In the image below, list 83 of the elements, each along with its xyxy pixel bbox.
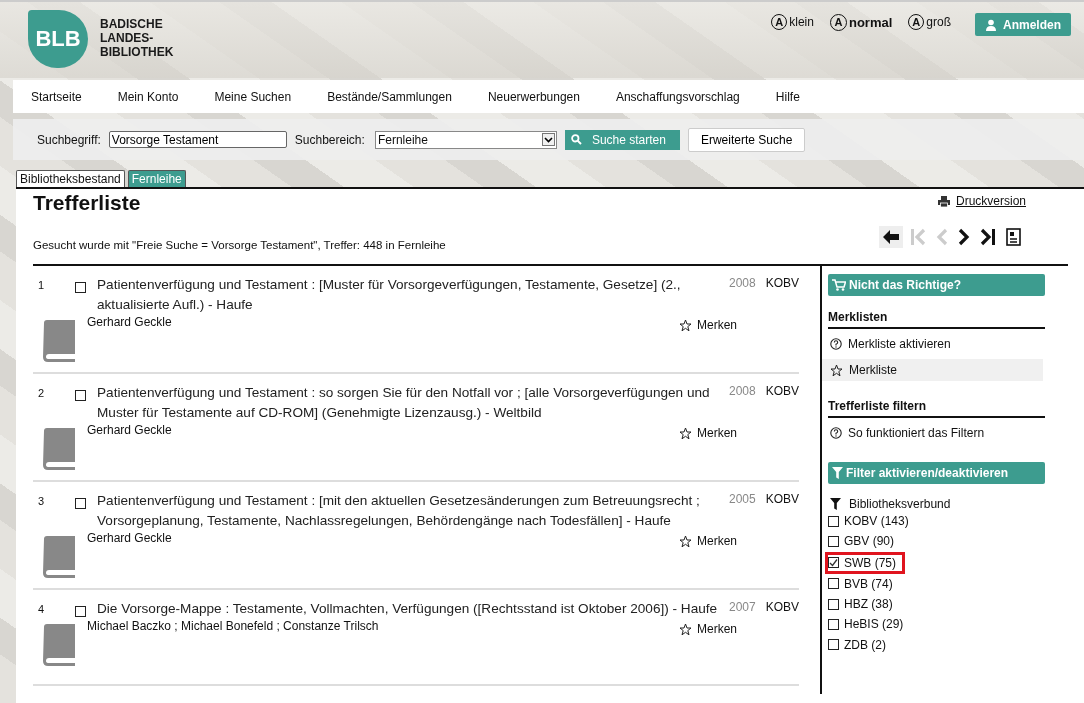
filter-icon (832, 467, 843, 479)
help-link[interactable]: So funktioniert das Filtern (822, 422, 1043, 444)
star-icon (830, 363, 843, 377)
source-label: KOBV (764, 276, 799, 290)
user-icon (985, 18, 997, 31)
author-names: Gerhard Geckle (87, 315, 173, 329)
bookmark-link[interactable]: Merken (679, 622, 737, 636)
result-number: 4 (37, 603, 46, 617)
page-title: Trefferliste (33, 191, 141, 215)
back-arrow-button[interactable] (879, 226, 903, 248)
font-size-option[interactable]: A groß (908, 13, 951, 31)
select-checkbox[interactable] (75, 390, 86, 401)
search-icon (570, 134, 582, 145)
print-link[interactable]: Druckversion (937, 194, 1026, 208)
filter-option[interactable]: KOBV (143) (828, 511, 913, 532)
library-name: BADISCHE LANDES- BIBLIOTHEK (100, 17, 174, 59)
bookmark-link[interactable]: Merken (679, 534, 737, 548)
publication-year: 2008 (729, 276, 757, 290)
author-names: Gerhard Geckle (87, 423, 173, 437)
result-number: 2 (37, 387, 46, 401)
facet-label: Bibliotheksverbund (849, 497, 951, 511)
source-label: KOBV (764, 492, 799, 506)
tab[interactable]: Bibliotheksbestand (16, 170, 125, 187)
result-number: 3 (37, 495, 46, 509)
advanced-search-button[interactable]: Erweiterte Suche (687, 127, 806, 152)
detail-view-button[interactable] (1003, 225, 1024, 249)
result-title-link[interactable]: Patientenverfügung und Testament : [mit den aktuellen Gesetzesänderungen zum Betreuungsrecht ; Vorsorgeplanung, Testamente, Nachlassregelungen, Behördengänge nach Todesfällen] - Haufe (97, 491, 729, 531)
help-link[interactable]: Merkliste aktivieren (822, 333, 1043, 355)
cart-icon (832, 279, 846, 291)
filter-option[interactable]: GBV (90) (828, 531, 898, 552)
filter-checkbox[interactable] (828, 557, 839, 569)
filter-checkbox[interactable] (828, 515, 839, 527)
result-title-link[interactable]: Die Vorsorge-Mappe : Testamente, Vollmachten, Verfügungen ([Rechtsstand ist Oktober 2006]) - Haufe (97, 599, 729, 619)
bookmark-list-link[interactable]: Merkliste (822, 359, 1043, 381)
author-names: Michael Baczko ; Michael Bonefeld ; Constanze Trilsch (87, 619, 380, 633)
star-icon (679, 622, 692, 636)
section-heading: Trefferliste filtern (828, 399, 1045, 418)
publication-year: 2008 (729, 384, 757, 398)
source-label: KOBV (764, 600, 799, 614)
filter-checkbox[interactable] (828, 618, 839, 630)
filter-checkbox[interactable] (828, 639, 839, 651)
select-checkbox[interactable] (75, 606, 86, 617)
publication-year: 2005 (729, 492, 757, 506)
section-heading: Merklisten (828, 310, 1045, 329)
filter-checkbox[interactable] (828, 598, 839, 610)
nav-link[interactable]: Hilfe (775, 89, 800, 104)
author-names: Gerhard Geckle (87, 531, 173, 545)
star-icon (679, 318, 692, 332)
result-number: 1 (37, 279, 46, 293)
search-scope-label: Suchbereich: (294, 132, 365, 147)
help-icon (830, 338, 842, 350)
result-title-link[interactable]: Patientenverfügung und Testament : so sorgen Sie für den Notfall vor ; [alle Vorsorgeverfügungen und Muster für Testamente auf CD-ROM] (Genehmigte Lizenzausg.) - Weltbild (97, 383, 729, 423)
font-size-option[interactable]: A klein (771, 13, 814, 31)
search-term-field[interactable]: Vorsorge Testament (108, 131, 287, 148)
nav-link[interactable]: Startseite (31, 89, 82, 104)
search-summary: Gesucht wurde mit "Freie Suche = Vorsorge Testament", Treffer: 448 in Fernleihe (33, 238, 446, 251)
result-title-link[interactable]: Patientenverfügung und Testament : [Muster für Vorsorgeverfügungen, Testamente, Gesetze] (2., aktualisierte Aufl.) - Haufe (97, 275, 729, 315)
search-term-label: Suchbegriff: (37, 132, 101, 147)
nav-link[interactable]: Meine Suchen (214, 89, 292, 104)
filter-option[interactable]: HBZ (38) (828, 593, 897, 615)
filter-checkbox[interactable] (828, 578, 839, 590)
nav-link[interactable]: Mein Konto (117, 89, 179, 104)
bookmark-link[interactable]: Merken (679, 318, 737, 332)
highlighted-filter-option[interactable]: SWB (75) (825, 551, 905, 574)
font-size-option[interactable]: A normal (829, 13, 893, 31)
nav-link[interactable]: Anschaffungsvorschlag (615, 89, 740, 104)
star-icon (679, 534, 692, 548)
filter-option[interactable]: BVB (74) (828, 573, 897, 594)
select-checkbox[interactable] (75, 282, 86, 293)
filter-option[interactable]: ZDB (2) (828, 634, 890, 655)
filter-checkbox[interactable] (828, 535, 839, 547)
filter-option[interactable]: HeBIS (29) (828, 614, 908, 635)
bookmark-link[interactable]: Merken (679, 426, 737, 440)
search-scope-dropdown[interactable]: Fernleihe (374, 130, 557, 149)
help-icon (830, 427, 842, 439)
select-checkbox[interactable] (75, 498, 86, 509)
nav-link[interactable]: Neuerwerbungen (487, 89, 580, 104)
publication-year: 2007 (729, 600, 757, 614)
printer-icon (937, 195, 950, 207)
nav-link[interactable]: Bestände/Sammlungen (327, 89, 452, 104)
filter-icon (830, 498, 841, 510)
star-icon (679, 426, 692, 440)
source-label: KOBV (764, 384, 799, 398)
